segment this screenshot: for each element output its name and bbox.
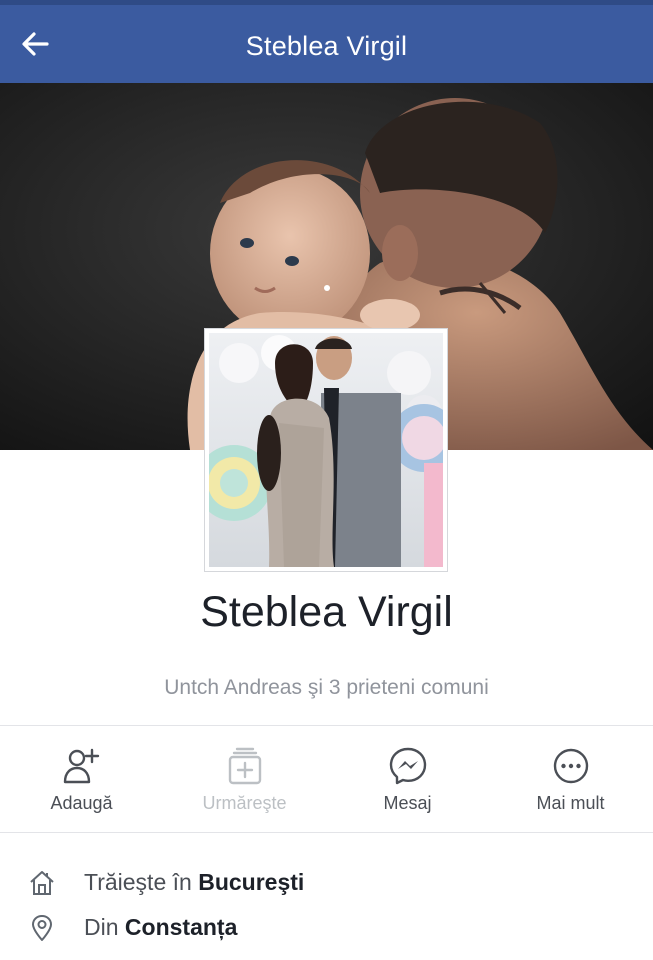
profile-name: Steblea Virgil	[200, 588, 453, 636]
from-text: Din Constanța	[84, 914, 238, 940]
follow-button[interactable]: Urmăreşte	[163, 730, 326, 830]
divider	[0, 832, 653, 833]
more-button[interactable]: Mai mult	[489, 730, 652, 830]
location-pin-icon	[32, 915, 52, 941]
add-friend-label: Adaugă	[50, 793, 113, 813]
more-label: Mai mult	[536, 793, 605, 813]
add-friend-button[interactable]: Adaugă	[0, 730, 163, 830]
profile-picture[interactable]	[204, 328, 448, 572]
lives-in-city-link[interactable]: Bucureşti	[198, 869, 304, 895]
add-friend-icon	[63, 748, 99, 784]
from-row: Din Constanța	[0, 908, 653, 948]
follow-label: Urmăreşte	[202, 793, 287, 813]
profile-actions: Adaugă Urmăreşte Mesaj Mai mult	[0, 730, 653, 830]
top-navigation-bar: Steblea Virgil	[0, 5, 653, 83]
home-icon	[30, 871, 54, 895]
mutual-friends-link[interactable]: Untch Andreas şi 3 prieteni comuni	[0, 676, 653, 700]
from-city-link[interactable]: Constanța	[125, 914, 237, 940]
more-icon	[553, 748, 588, 784]
messenger-icon	[389, 747, 426, 785]
lives-in-row: Trăieşte în Bucureşti	[0, 863, 653, 903]
page-title: Steblea Virgil	[245, 31, 408, 61]
follow-icon	[228, 747, 261, 785]
divider	[0, 725, 653, 726]
lives-in-text: Trăieşte în Bucureşti	[84, 869, 305, 895]
message-button[interactable]: Mesaj	[326, 730, 489, 830]
message-label: Mesaj	[383, 793, 432, 813]
